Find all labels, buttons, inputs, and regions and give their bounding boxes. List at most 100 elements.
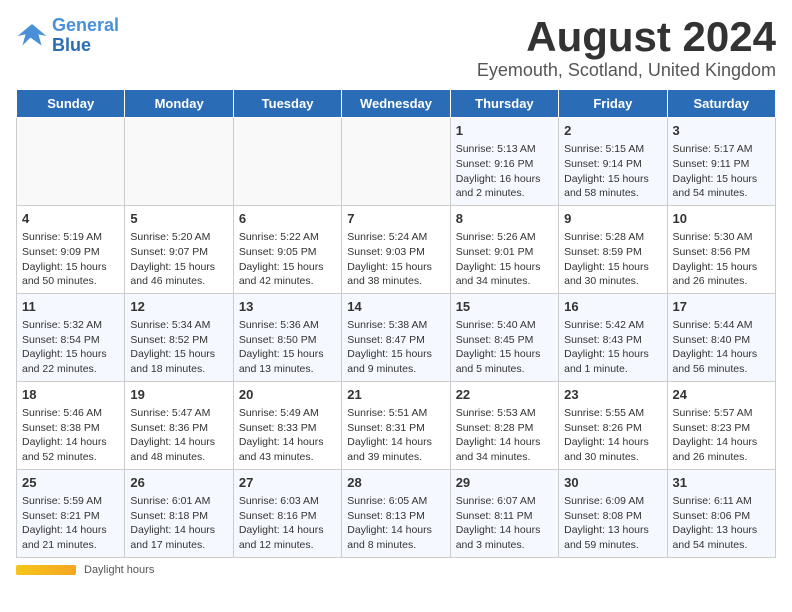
calendar-title: August 2024 <box>477 16 776 58</box>
cell-2-6: 17 Sunrise: 5:44 AM Sunset: 8:40 PM Dayli… <box>667 293 775 381</box>
day-info: Sunrise: 5:42 AM Sunset: 8:43 PM Dayligh… <box>564 318 661 377</box>
day-number: 2 <box>564 122 661 140</box>
day-number: 22 <box>456 386 553 404</box>
header-sunday: Sunday <box>17 90 125 118</box>
day-info: Sunrise: 5:59 AM Sunset: 8:21 PM Dayligh… <box>22 494 119 553</box>
day-number: 7 <box>347 210 444 228</box>
day-number: 12 <box>130 298 227 316</box>
day-info: Sunrise: 6:05 AM Sunset: 8:13 PM Dayligh… <box>347 494 444 553</box>
day-info: Sunrise: 5:46 AM Sunset: 8:38 PM Dayligh… <box>22 406 119 465</box>
day-number: 14 <box>347 298 444 316</box>
day-info: Sunrise: 5:49 AM Sunset: 8:33 PM Dayligh… <box>239 406 336 465</box>
day-info: Sunrise: 6:07 AM Sunset: 8:11 PM Dayligh… <box>456 494 553 553</box>
header-row: Sunday Monday Tuesday Wednesday Thursday… <box>17 90 776 118</box>
day-number: 16 <box>564 298 661 316</box>
cell-3-0: 18 Sunrise: 5:46 AM Sunset: 8:38 PM Dayli… <box>17 381 125 469</box>
day-info: Sunrise: 5:32 AM Sunset: 8:54 PM Dayligh… <box>22 318 119 377</box>
day-number: 17 <box>673 298 770 316</box>
cell-0-5: 2 Sunrise: 5:15 AM Sunset: 9:14 PM Daylig… <box>559 118 667 206</box>
cell-1-2: 6Sunrise: 5:22 AM Sunset: 9:05 PM Daylig… <box>233 205 341 293</box>
cell-4-3: 28 Sunrise: 6:05 AM Sunset: 8:13 PM Dayli… <box>342 469 450 557</box>
day-number: 23 <box>564 386 661 404</box>
day-info: Sunrise: 5:13 AM Sunset: 9:16 PM Dayligh… <box>456 142 553 201</box>
day-number: 25 <box>22 474 119 492</box>
day-number: 13 <box>239 298 336 316</box>
day-info: Sunrise: 5:24 AM Sunset: 9:03 PM Dayligh… <box>347 230 444 289</box>
week-row-4: 18 Sunrise: 5:46 AM Sunset: 8:38 PM Dayli… <box>17 381 776 469</box>
cell-1-0: 4 Sunrise: 5:19 AM Sunset: 9:09 PM Daylig… <box>17 205 125 293</box>
day-number: 9 <box>564 210 661 228</box>
cell-2-0: 11 Sunrise: 5:32 AM Sunset: 8:54 PM Dayli… <box>17 293 125 381</box>
day-info: Sunrise: 5:47 AM Sunset: 8:36 PM Dayligh… <box>130 406 227 465</box>
cell-3-2: 20 Sunrise: 5:49 AM Sunset: 8:33 PM Dayli… <box>233 381 341 469</box>
footer: Daylight hours <box>16 564 776 576</box>
day-number: 21 <box>347 386 444 404</box>
day-number: 11 <box>22 298 119 316</box>
cell-2-1: 12 Sunrise: 5:34 AM Sunset: 8:52 PM Dayli… <box>125 293 233 381</box>
day-info: Sunrise: 5:51 AM Sunset: 8:31 PM Dayligh… <box>347 406 444 465</box>
day-info: Sunrise: 5:38 AM Sunset: 8:47 PM Dayligh… <box>347 318 444 377</box>
day-info: Sunrise: 6:03 AM Sunset: 8:16 PM Dayligh… <box>239 494 336 553</box>
day-number: 19 <box>130 386 227 404</box>
day-info: Sunrise: 5:20 AM Sunset: 9:07 PM Dayligh… <box>130 230 227 289</box>
day-number: 28 <box>347 474 444 492</box>
cell-1-4: 8Sunrise: 5:26 AM Sunset: 9:01 PM Daylig… <box>450 205 558 293</box>
day-info: Sunrise: 5:40 AM Sunset: 8:45 PM Dayligh… <box>456 318 553 377</box>
day-number: 27 <box>239 474 336 492</box>
cell-3-6: 24Sunrise: 5:57 AM Sunset: 8:23 PM Dayli… <box>667 381 775 469</box>
cell-0-6: 3Sunrise: 5:17 AM Sunset: 9:11 PM Daylig… <box>667 118 775 206</box>
day-number: 26 <box>130 474 227 492</box>
week-row-1: 1 Sunrise: 5:13 AM Sunset: 9:16 PM Daylig… <box>17 118 776 206</box>
cell-4-2: 27 Sunrise: 6:03 AM Sunset: 8:16 PM Dayli… <box>233 469 341 557</box>
title-area: August 2024 Eyemouth, Scotland, United K… <box>477 16 776 81</box>
day-number: 20 <box>239 386 336 404</box>
calendar-body: 1 Sunrise: 5:13 AM Sunset: 9:16 PM Daylig… <box>17 118 776 558</box>
calendar-header: Sunday Monday Tuesday Wednesday Thursday… <box>17 90 776 118</box>
cell-0-1 <box>125 118 233 206</box>
cell-1-3: 7 Sunrise: 5:24 AM Sunset: 9:03 PM Daylig… <box>342 205 450 293</box>
cell-4-4: 29Sunrise: 6:07 AM Sunset: 8:11 PM Dayli… <box>450 469 558 557</box>
cell-2-3: 14 Sunrise: 5:38 AM Sunset: 8:47 PM Dayli… <box>342 293 450 381</box>
day-info: Sunrise: 6:11 AM Sunset: 8:06 PM Dayligh… <box>673 494 770 553</box>
page-header: General Blue August 2024 Eyemouth, Scotl… <box>16 16 776 81</box>
cell-1-5: 9Sunrise: 5:28 AM Sunset: 8:59 PM Daylig… <box>559 205 667 293</box>
cell-3-3: 21 Sunrise: 5:51 AM Sunset: 8:31 PM Dayli… <box>342 381 450 469</box>
header-wednesday: Wednesday <box>342 90 450 118</box>
logo-text: General Blue <box>52 16 119 56</box>
day-number: 15 <box>456 298 553 316</box>
day-info: Sunrise: 6:09 AM Sunset: 8:08 PM Dayligh… <box>564 494 661 553</box>
day-number: 3 <box>673 122 770 140</box>
cell-4-1: 26 Sunrise: 6:01 AM Sunset: 8:18 PM Dayli… <box>125 469 233 557</box>
day-number: 18 <box>22 386 119 404</box>
day-info: Sunrise: 5:44 AM Sunset: 8:40 PM Dayligh… <box>673 318 770 377</box>
week-row-2: 4 Sunrise: 5:19 AM Sunset: 9:09 PM Daylig… <box>17 205 776 293</box>
day-info: Sunrise: 5:57 AM Sunset: 8:23 PM Dayligh… <box>673 406 770 465</box>
daylight-bar-icon <box>16 565 76 575</box>
header-tuesday: Tuesday <box>233 90 341 118</box>
day-number: 8 <box>456 210 553 228</box>
calendar-table: Sunday Monday Tuesday Wednesday Thursday… <box>16 89 776 558</box>
day-number: 4 <box>22 210 119 228</box>
day-number: 31 <box>673 474 770 492</box>
week-row-5: 25 Sunrise: 5:59 AM Sunset: 8:21 PM Dayli… <box>17 469 776 557</box>
cell-0-4: 1 Sunrise: 5:13 AM Sunset: 9:16 PM Daylig… <box>450 118 558 206</box>
logo-icon <box>16 20 48 52</box>
header-thursday: Thursday <box>450 90 558 118</box>
cell-0-0 <box>17 118 125 206</box>
day-info: Sunrise: 6:01 AM Sunset: 8:18 PM Dayligh… <box>130 494 227 553</box>
cell-0-2 <box>233 118 341 206</box>
day-info: Sunrise: 5:19 AM Sunset: 9:09 PM Dayligh… <box>22 230 119 289</box>
day-info: Sunrise: 5:36 AM Sunset: 8:50 PM Dayligh… <box>239 318 336 377</box>
day-info: Sunrise: 5:15 AM Sunset: 9:14 PM Dayligh… <box>564 142 661 201</box>
calendar-subtitle: Eyemouth, Scotland, United Kingdom <box>477 60 776 81</box>
day-number: 6 <box>239 210 336 228</box>
day-number: 10 <box>673 210 770 228</box>
day-number: 30 <box>564 474 661 492</box>
logo: General Blue <box>16 16 119 56</box>
header-saturday: Saturday <box>667 90 775 118</box>
cell-2-2: 13 Sunrise: 5:36 AM Sunset: 8:50 PM Dayli… <box>233 293 341 381</box>
day-number: 1 <box>456 122 553 140</box>
cell-3-5: 23Sunrise: 5:55 AM Sunset: 8:26 PM Dayli… <box>559 381 667 469</box>
cell-4-0: 25 Sunrise: 5:59 AM Sunset: 8:21 PM Dayli… <box>17 469 125 557</box>
day-info: Sunrise: 5:34 AM Sunset: 8:52 PM Dayligh… <box>130 318 227 377</box>
